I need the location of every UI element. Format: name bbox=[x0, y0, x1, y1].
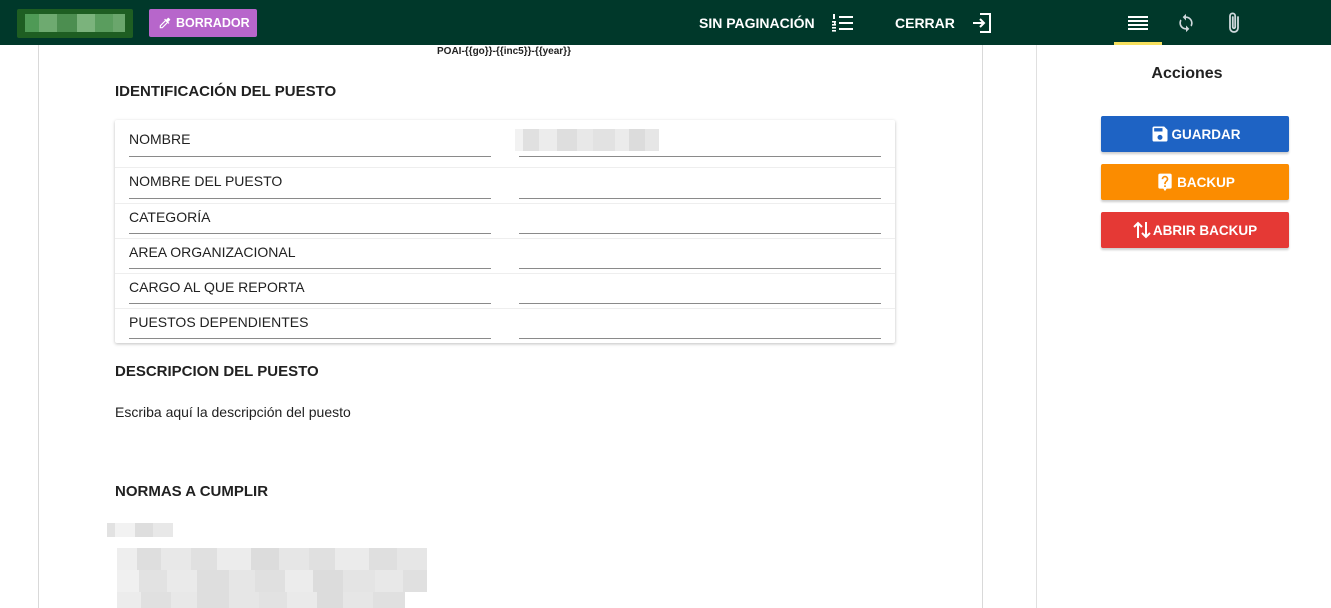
redacted-text bbox=[117, 570, 427, 592]
help-chat-icon bbox=[1158, 173, 1172, 192]
app-logo[interactable] bbox=[17, 9, 133, 38]
label-underline bbox=[129, 198, 491, 199]
field-input-nombre[interactable] bbox=[519, 156, 881, 157]
field-label: NOMBRE bbox=[129, 131, 191, 147]
draft-label: BORRADOR bbox=[176, 16, 250, 30]
label-underline bbox=[129, 156, 491, 157]
panel-title: Acciones bbox=[1151, 65, 1223, 82]
identification-form: NOMBRE NOMBRE DEL PUESTO CATEGORÍA AREA … bbox=[115, 120, 895, 343]
field-input-categoria[interactable] bbox=[519, 233, 881, 234]
form-row: PUESTOS DEPENDIENTES bbox=[115, 309, 895, 343]
document-page: POAI-{{go}}-{{inc5}}-{{year}} IDENTIFICA… bbox=[38, 45, 983, 608]
label-underline bbox=[129, 303, 491, 304]
list-numbered-icon bbox=[831, 13, 853, 32]
normas-title: NORMAS A CUMPLIR bbox=[115, 483, 269, 500]
menu-lines-icon bbox=[1128, 15, 1148, 30]
sync-icon bbox=[1179, 13, 1193, 32]
field-input-puesto[interactable] bbox=[519, 198, 881, 199]
backup-label: BACKUP bbox=[1177, 174, 1235, 190]
no-pagination-button[interactable]: SIN PAGINACIÓN bbox=[699, 0, 854, 45]
form-row: NOMBRE DEL PUESTO bbox=[115, 168, 895, 204]
field-input-dependientes[interactable] bbox=[519, 338, 881, 339]
field-label: AREA ORGANIZACIONAL bbox=[129, 244, 296, 260]
redacted-text bbox=[107, 523, 173, 537]
label-underline bbox=[129, 233, 491, 234]
form-row: CATEGORÍA bbox=[115, 204, 895, 239]
document-code: POAI-{{go}}-{{inc5}}-{{year}} bbox=[437, 46, 571, 57]
close-label: CERRAR bbox=[895, 14, 955, 31]
description-text[interactable]: Escriba aquí la descripción del puesto bbox=[115, 404, 351, 420]
form-row: NOMBRE bbox=[115, 120, 895, 168]
identification-title: IDENTIFICACIÓN DEL PUESTO bbox=[115, 83, 337, 100]
field-label: CATEGORÍA bbox=[129, 209, 211, 225]
floppy-disk-icon bbox=[1152, 126, 1167, 142]
save-label: GUARDAR bbox=[1171, 126, 1241, 142]
swap-vertical-icon bbox=[1133, 221, 1151, 239]
redacted-text bbox=[117, 592, 405, 608]
field-value[interactable] bbox=[515, 129, 659, 151]
field-label: PUESTOS DEPENDIENTES bbox=[129, 314, 309, 330]
form-row: CARGO AL QUE REPORTA bbox=[115, 274, 895, 309]
tab-sync[interactable] bbox=[1162, 0, 1210, 45]
field-label: NOMBRE DEL PUESTO bbox=[129, 173, 283, 189]
field-label: CARGO AL QUE REPORTA bbox=[129, 279, 305, 295]
open-backup-label: ABRIR BACKUP bbox=[1152, 222, 1258, 238]
backup-button[interactable]: BACKUP bbox=[1101, 164, 1289, 200]
field-input-area[interactable] bbox=[519, 268, 881, 269]
actions-panel: Acciones GUARDAR BACKUP ABRIR BACKUP bbox=[1036, 45, 1331, 608]
description-title: DESCRIPCION DEL PUESTO bbox=[115, 363, 319, 380]
paperclip-icon bbox=[1229, 12, 1239, 33]
close-button[interactable]: CERRAR bbox=[895, 0, 992, 45]
eyedropper-icon bbox=[159, 17, 171, 29]
tab-actions[interactable] bbox=[1114, 0, 1162, 45]
open-backup-button[interactable]: ABRIR BACKUP bbox=[1101, 212, 1289, 248]
form-row: AREA ORGANIZACIONAL bbox=[115, 239, 895, 274]
top-bar: BORRADOR SIN PAGINACIÓN CERRAR bbox=[0, 0, 1331, 45]
save-button[interactable]: GUARDAR bbox=[1101, 116, 1289, 152]
label-underline bbox=[129, 338, 491, 339]
tab-attachments[interactable] bbox=[1210, 0, 1258, 45]
no-pagination-label: SIN PAGINACIÓN bbox=[699, 14, 815, 31]
draft-badge-button[interactable]: BORRADOR bbox=[149, 9, 257, 37]
label-underline bbox=[129, 268, 491, 269]
exit-icon bbox=[972, 12, 991, 33]
field-input-cargo[interactable] bbox=[519, 303, 881, 304]
redacted-text bbox=[117, 548, 427, 570]
